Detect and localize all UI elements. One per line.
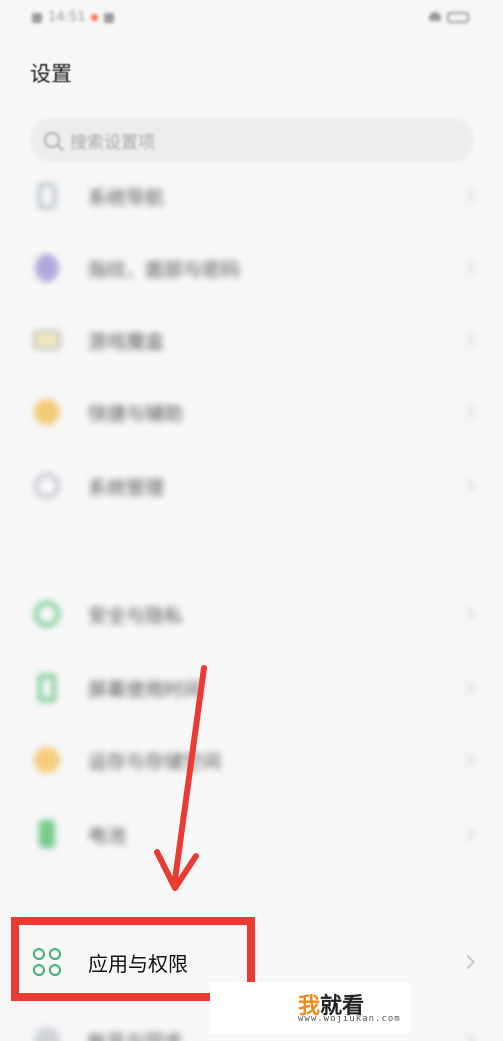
app-notification-icon <box>104 12 115 23</box>
settings-item-label: 系统导航 <box>88 186 165 209</box>
screen-time-icon <box>33 674 61 702</box>
settings-item-label: 指纹、面部与密码 <box>88 258 241 281</box>
system-manage-icon <box>33 472 61 500</box>
settings-item-label: 游戏魔盒 <box>88 330 165 353</box>
chevron-right-icon <box>460 332 476 348</box>
status-left: 14:51 <box>32 10 115 25</box>
settings-item-fingerprint-face-password[interactable]: 指纹、面部与密码 <box>0 232 503 304</box>
search-input[interactable]: 搜索设置项 <box>30 118 474 162</box>
settings-item-label: 运存与存储空间 <box>88 750 222 773</box>
watermark: 我就看 www.wojiukan.com <box>210 982 410 1034</box>
account-sync-icon <box>33 1026 61 1041</box>
apps-permissions-icon <box>33 948 61 976</box>
settings-item-memory-storage[interactable]: 运存与存储空间 <box>0 724 503 796</box>
settings-item-system-management[interactable]: 系统管理 <box>0 450 503 522</box>
fingerprint-icon <box>33 254 61 282</box>
settings-item-shortcuts-assist[interactable]: 快捷与辅助 <box>0 376 503 448</box>
settings-item-screen-time[interactable]: 屏幕使用时间 <box>0 652 503 724</box>
chevron-right-icon <box>460 404 476 420</box>
assist-icon <box>33 398 61 426</box>
chevron-right-icon <box>460 954 476 970</box>
settings-item-label: 帐号与同步 <box>88 1027 183 1041</box>
settings-item-label: 安全与隐私 <box>88 604 184 627</box>
settings-item-label: 系统管理 <box>88 476 165 499</box>
chevron-right-icon <box>460 680 476 696</box>
chevron-right-icon <box>460 1032 476 1041</box>
wifi-icon <box>429 12 441 21</box>
status-time: 14:51 <box>48 10 86 25</box>
chevron-right-icon <box>460 260 476 276</box>
page-title: 设置 <box>30 62 72 86</box>
settings-item-label: 电池 <box>88 824 127 847</box>
game-box-icon <box>33 326 61 354</box>
battery-icon <box>33 820 61 848</box>
search-icon <box>44 132 60 148</box>
chevron-right-icon <box>460 606 476 622</box>
shield-icon <box>33 600 61 628</box>
signal-icon <box>32 12 42 23</box>
settings-item-label: 应用与权限 <box>88 951 188 976</box>
phone-icon <box>33 182 61 210</box>
notification-dot-icon <box>91 14 99 21</box>
settings-item-label: 快捷与辅助 <box>88 402 184 425</box>
settings-item-battery[interactable]: 电池 <box>0 798 503 870</box>
search-placeholder: 搜索设置项 <box>70 132 155 153</box>
chevron-right-icon <box>460 752 476 768</box>
storage-icon <box>33 746 61 774</box>
settings-item-game-box[interactable]: 游戏魔盒 <box>0 304 503 376</box>
chevron-right-icon <box>460 826 476 842</box>
settings-item-label: 屏幕使用时间 <box>88 678 203 701</box>
battery-status-icon <box>447 12 469 23</box>
watermark-url: www.wojiukan.com <box>298 1014 401 1024</box>
settings-item-system-navigation[interactable]: 系统导航 <box>0 160 503 232</box>
status-right <box>429 12 469 23</box>
chevron-right-icon <box>460 478 476 494</box>
settings-item-security-privacy[interactable]: 安全与隐私 <box>0 578 503 650</box>
status-bar: 14:51 <box>0 0 503 40</box>
chevron-right-icon <box>460 188 476 204</box>
